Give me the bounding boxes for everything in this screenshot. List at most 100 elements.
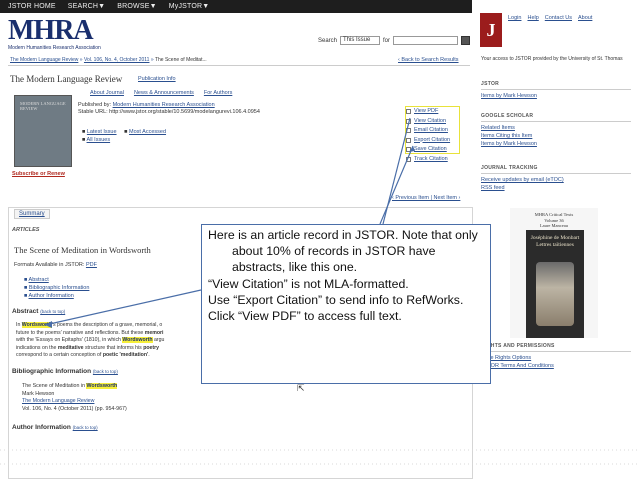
jstor-section: JSTOR Items by Mark Hewson [481, 80, 631, 100]
abstract-fragment: structure that informs his [83, 344, 144, 351]
back-to-top-link[interactable]: (back to top) [93, 369, 118, 374]
contact-link[interactable]: Contact Us [545, 15, 572, 21]
breadcrumb-issue[interactable]: Vol. 106, No. 4, October 2011 [84, 57, 150, 63]
help-link[interactable]: Help [527, 15, 538, 21]
nav-search[interactable]: SEARCH▼ [68, 3, 106, 10]
subscribe-link[interactable]: Subscribe or Renew [12, 171, 65, 177]
pdf-format-link[interactable]: PDF [86, 262, 97, 268]
access-note: Your access to JSTOR provided by the Uni… [481, 56, 623, 62]
issue-links: ■ Latest Issue ■ Most Accessed ■ All Iss… [82, 129, 167, 143]
bib-journal-link[interactable]: The Modern Language Review [22, 398, 127, 406]
search-button[interactable] [461, 36, 471, 45]
back-to-top-link[interactable]: (back to top) [40, 309, 65, 314]
items-by-author-link[interactable]: Items by Mark Hewson [481, 92, 631, 100]
all-issues-link[interactable]: All Issues [87, 137, 111, 143]
logo-text: MHRA [8, 15, 94, 46]
callout-line: Click “View PDF” to access full text. [208, 309, 402, 324]
search-label: Search [318, 37, 338, 44]
tab-summary[interactable]: Summary [14, 209, 50, 219]
citation-tools: View PDF View Citation Email Citation Ex… [406, 107, 450, 164]
bib-heading-text: Bibliographic Information [12, 368, 92, 375]
publisher-logo[interactable]: MHRA Modern Humanities Research Associat… [8, 15, 101, 52]
view-pdf-link[interactable]: View PDF [414, 107, 438, 117]
tab-for-authors[interactable]: For Authors [204, 90, 232, 96]
tool-export-citation[interactable]: Export Citation [406, 136, 450, 146]
bib-text: The Scene of Meditation in Wordsworth Ma… [22, 383, 127, 413]
top-nav: JSTOR HOME SEARCH▼ BROWSE▼ MyJSTOR▼ [0, 0, 472, 13]
cover-text: MODERN LANGUAGE REVIEW [20, 101, 66, 111]
published-by-label: Published by: [78, 102, 112, 108]
tool-view-pdf[interactable]: View PDF [406, 107, 450, 117]
formats-available: Formats Available in JSTOR: PDF [14, 262, 97, 268]
tool-email-citation[interactable]: Email Citation [406, 126, 450, 136]
book-advert[interactable]: MHRA Critical Texts Volume 36 Laure Manc… [510, 208, 598, 338]
breadcrumb-journal[interactable]: The Modern Language Review [10, 57, 78, 63]
callout-line: Use “Export Citation” to send info to Re… [208, 292, 464, 307]
issue-info: Published by: Modern Humanities Research… [78, 102, 260, 116]
publisher-link[interactable]: Modern Humanities Research Association [113, 102, 215, 108]
mouse-cursor-icon: ⇱ [297, 383, 305, 393]
author-info-heading: Author Information (back to top) [12, 424, 98, 431]
abstract-fragment: meditative [57, 344, 84, 351]
bib-author: Mark Hewson [22, 390, 55, 397]
dotted-border [0, 449, 638, 465]
tab-news[interactable]: News & Announcements [134, 90, 194, 96]
track-icon [406, 156, 411, 162]
author-info-link[interactable]: Author Information [29, 293, 74, 299]
tool-save-citation[interactable]: Save Citation [406, 145, 450, 155]
abstract-fragment: . [148, 352, 150, 358]
book-figure-image [536, 262, 574, 326]
search-input[interactable] [393, 36, 459, 45]
items-citing-link[interactable]: Items Citing this Item [481, 132, 631, 140]
breadcrumb-sep: » [150, 57, 154, 63]
jstor-logo[interactable]: J [480, 13, 502, 47]
back-to-search-link[interactable]: ‹ Back to Search Results [398, 57, 459, 63]
search-for-label: for [383, 37, 391, 44]
abstract-link[interactable]: Abstract [29, 277, 49, 283]
item-pager[interactable]: ‹ Previous Item | Next Item › [392, 195, 460, 201]
bib-heading: Bibliographic Information (back to top) [12, 368, 118, 375]
search-scope-select[interactable]: This Issue [340, 36, 381, 45]
publication-info-link[interactable]: Publication Info [138, 76, 176, 82]
view-citation-link[interactable]: View Citation [414, 117, 446, 127]
tool-track-citation[interactable]: Track Citation [406, 155, 450, 165]
stable-url: Stable URL: http://www.jstor.org/stable/… [78, 109, 260, 115]
scholar-author-link[interactable]: Items by Mark Hewson [481, 140, 631, 148]
abstract-fragment: poetry [143, 344, 160, 351]
nav-browse[interactable]: BROWSE▼ [117, 3, 156, 10]
latest-issue-link[interactable]: Latest Issue [87, 129, 117, 135]
most-accessed-link[interactable]: Most Accessed [129, 129, 166, 135]
articles-label: ARTICLES [12, 227, 40, 233]
tab-about-journal[interactable]: About Journal [90, 90, 124, 96]
abstract-fragment: indications on the [16, 344, 58, 351]
etoc-link[interactable]: Receive updates by email (eTOC) [481, 176, 631, 184]
login-link[interactable]: Login [508, 15, 521, 21]
nav-myjstor[interactable]: MyJSTOR▼ [169, 3, 210, 10]
related-items-link[interactable]: Related Items [481, 124, 631, 132]
nav-jstor-home[interactable]: JSTOR HOME [8, 3, 56, 10]
save-citation-link[interactable]: Save Citation [414, 145, 447, 155]
divider [8, 65, 470, 66]
article-section-links: ■ Abstract ■ Bibliographic Information ■… [24, 277, 90, 299]
scholar-heading: GOOGLE SCHOLAR [481, 112, 631, 122]
bib-title-highlight: Wordsworth [86, 383, 118, 389]
email-icon [406, 128, 411, 134]
save-icon [406, 147, 411, 153]
back-to-top-link[interactable]: (back to top) [73, 425, 98, 430]
utility-links: Login Help Contact Us About [508, 15, 592, 21]
journal-cover-image[interactable]: MODERN LANGUAGE REVIEW [14, 95, 72, 167]
bibliographic-link[interactable]: Bibliographic Information [29, 285, 90, 291]
track-citation-link[interactable]: Track Citation [414, 155, 448, 165]
terms-link[interactable]: JSTOR Terms And Conditions [481, 362, 631, 370]
rss-link[interactable]: RSS feed [481, 184, 631, 192]
breadcrumb: The Modern Language Review » Vol. 106, N… [10, 57, 207, 63]
export-citation-link[interactable]: Export Citation [414, 136, 450, 146]
rights-options-link[interactable]: More Rights Options [481, 354, 631, 362]
about-link[interactable]: About [578, 15, 592, 21]
tool-view-citation[interactable]: View Citation [406, 117, 450, 127]
breadcrumb-article: The Scene of Meditat... [154, 57, 207, 63]
journal-title: The Modern Language Review [10, 74, 123, 84]
email-citation-link[interactable]: Email Citation [414, 126, 448, 136]
abstract-highlight: Wordsworth [122, 337, 153, 343]
abstract-fragment: poetic 'meditation' [102, 352, 149, 358]
